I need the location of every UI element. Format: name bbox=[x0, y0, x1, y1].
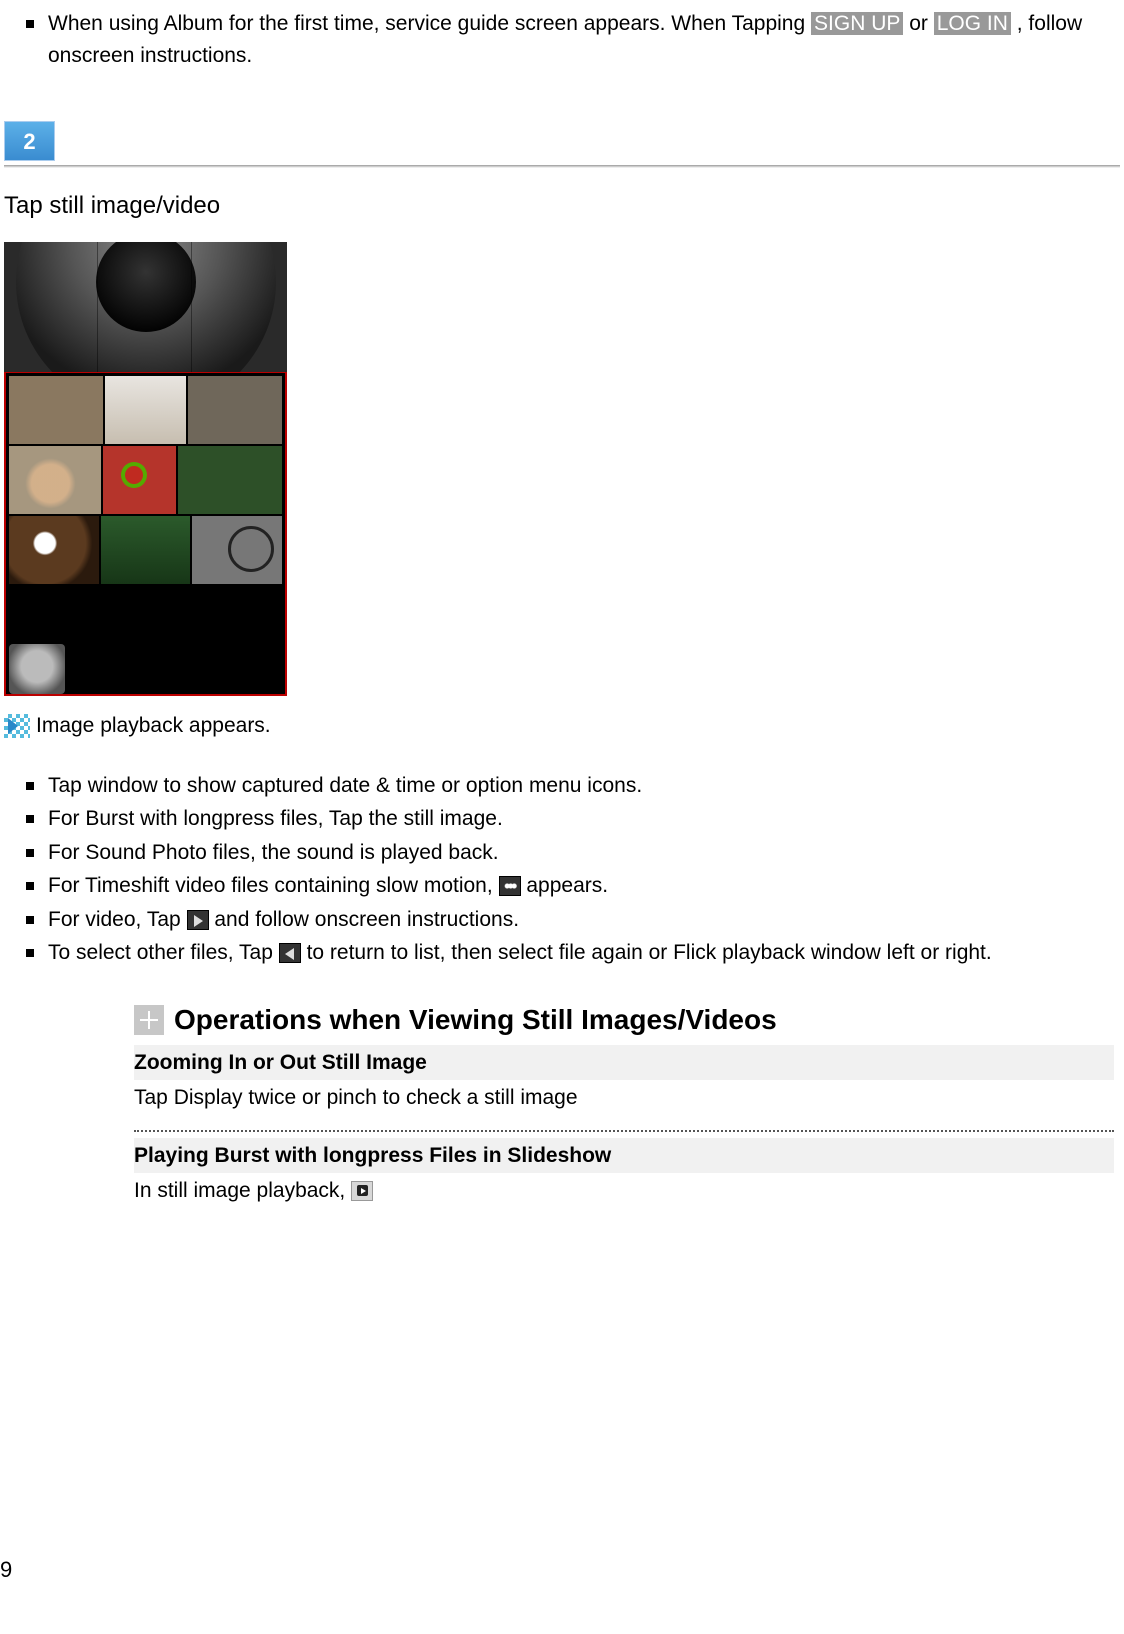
intro-bullet: When using Album for the first time, ser… bbox=[26, 8, 1120, 71]
page-number: 9 bbox=[0, 1553, 12, 1586]
thumb-coffee bbox=[9, 516, 99, 584]
zoom-title: Zooming In or Out Still Image bbox=[134, 1045, 1114, 1081]
dotted-separator bbox=[134, 1130, 1114, 1132]
step-divider bbox=[4, 165, 1120, 168]
thumb-black-bar bbox=[9, 586, 282, 642]
zoom-body: Tap Display twice or pinch to check a st… bbox=[134, 1080, 1114, 1122]
back-icon bbox=[279, 943, 301, 963]
intro-bullet-list: When using Album for the first time, ser… bbox=[4, 8, 1120, 71]
thumb-strawberry bbox=[103, 446, 175, 514]
thumb-object bbox=[9, 644, 65, 694]
signup-label: SIGN UP bbox=[811, 12, 903, 35]
thumb-cups bbox=[105, 376, 185, 444]
play-badge-icon bbox=[351, 1181, 373, 1201]
sub-bullet-list: Tap window to show captured date & time … bbox=[4, 770, 1120, 969]
bullet-burst: For Burst with longpress files, Tap the … bbox=[26, 803, 1120, 835]
burst-body: In still image playback, bbox=[134, 1173, 1114, 1215]
slowmo-icon bbox=[499, 876, 521, 896]
step-number-badge: 2 bbox=[4, 121, 55, 161]
bullet-other-files: To select other files, Tap to return to … bbox=[26, 937, 1120, 969]
result-arrow-icon bbox=[4, 714, 30, 738]
result-text: Image playback appears. bbox=[36, 710, 271, 742]
operations-section: Operations when Viewing Still Images/Vid… bbox=[134, 999, 1120, 1215]
bullet-timeshift: For Timeshift video files containing slo… bbox=[26, 870, 1120, 902]
step-title: Tap still image/video bbox=[4, 188, 1120, 224]
album-screenshot bbox=[4, 242, 287, 696]
thumb-green bbox=[101, 516, 191, 584]
thumb-cat bbox=[9, 376, 103, 444]
login-label: LOG IN bbox=[934, 12, 1011, 35]
thumb-bike bbox=[192, 516, 282, 584]
expand-icon[interactable] bbox=[134, 1005, 164, 1035]
thumb-rocks bbox=[188, 376, 282, 444]
zoom-block: Zooming In or Out Still Image Tap Displa… bbox=[134, 1045, 1114, 1122]
burst-title: Playing Burst with longpress Files in Sl… bbox=[134, 1138, 1114, 1174]
thumb-dog bbox=[9, 446, 101, 514]
bullet-video: For video, Tap and follow onscreen instr… bbox=[26, 904, 1120, 936]
intro-text-prefix: When using Album for the first time, ser… bbox=[48, 12, 811, 35]
bullet-sound-photo: For Sound Photo files, the sound is play… bbox=[26, 837, 1120, 869]
bullet-date-time: Tap window to show captured date & time … bbox=[26, 770, 1120, 802]
operations-heading: Operations when Viewing Still Images/Vid… bbox=[174, 999, 777, 1041]
intro-text-middle: or bbox=[909, 12, 934, 35]
play-icon bbox=[187, 910, 209, 930]
thumb-leaves bbox=[178, 446, 282, 514]
burst-block: Playing Burst with longpress Files in Sl… bbox=[134, 1138, 1114, 1215]
